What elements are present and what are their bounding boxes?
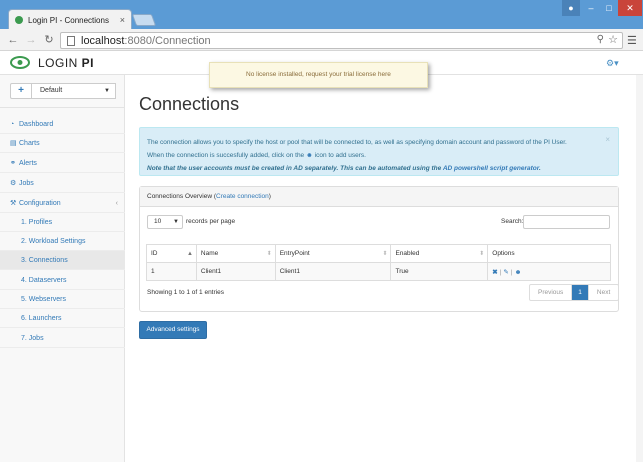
users-icon[interactable]: ☻: [515, 269, 522, 276]
cell-enabled: True: [390, 262, 489, 281]
sidebar-divider: [0, 107, 125, 108]
tab-title: Login PI - Connections: [28, 15, 109, 25]
maximize-button[interactable]: □: [600, 0, 618, 16]
license-notice[interactable]: No license installed, request your trial…: [209, 62, 428, 88]
sidebar-item-connections[interactable]: 3. Connections: [0, 251, 125, 270]
cell-options: ✖ | ✎ | ☻: [487, 262, 611, 281]
pagination-previous[interactable]: Previous: [530, 285, 573, 300]
new-tab-button[interactable]: [131, 14, 157, 26]
table-header-row: ID ▲ Name ⬍ EntryPoint ⬍ Enabled ⬍ Options: [146, 244, 611, 263]
minimize-button[interactable]: –: [582, 0, 600, 16]
cell-name: Client1: [195, 262, 276, 281]
col-entrypoint-header[interactable]: EntryPoint ⬍: [274, 244, 392, 263]
menu-icon[interactable]: ☰: [627, 34, 637, 47]
favicon-icon: [15, 16, 23, 24]
sort-icon: ⬍: [479, 251, 485, 257]
search-input[interactable]: [523, 215, 610, 229]
users-icon: ☻: [305, 152, 313, 159]
pagination-next[interactable]: Next: [589, 285, 618, 300]
vertical-scrollbar[interactable]: [636, 75, 643, 462]
tab-close-button[interactable]: ×: [120, 15, 125, 25]
col-enabled-header[interactable]: Enabled ⬍: [390, 244, 489, 263]
sort-asc-icon: ▲: [186, 251, 193, 257]
edit-icon[interactable]: ✎: [503, 269, 508, 276]
address-bar[interactable]: localhost:8080/Connection ⚲ ☆: [60, 32, 623, 49]
connections-table: ID ▲ Name ⬍ EntryPoint ⬍ Enabled ⬍ Options 1…: [146, 244, 611, 281]
user-icon[interactable]: ●: [562, 0, 580, 16]
info-line-3: Note that the user accounts must be crea…: [147, 165, 541, 172]
settings-gear-icon[interactable]: ⚙▾: [606, 58, 619, 69]
pagination: Previous 1 Next: [529, 284, 620, 301]
reload-icon[interactable]: ↻: [42, 33, 56, 47]
sidebar-item-launchers[interactable]: 6. Launchers: [0, 309, 125, 328]
browser-toolbar: ← → ↻ localhost:8080/Connection ⚲ ☆ ☰: [0, 29, 643, 51]
sidebar-item-dataservers[interactable]: 4. Dataservers: [0, 271, 125, 290]
panel-heading: Connections Overview (Create connection): [140, 187, 618, 207]
sort-icon: ⬍: [266, 251, 272, 257]
star-icon[interactable]: ☆: [608, 33, 618, 46]
jobs-icon: ⚙: [10, 180, 17, 187]
close-window-button[interactable]: ✕: [618, 0, 642, 16]
browser-tab[interactable]: Login PI - Connections ×: [8, 9, 132, 30]
caret-down-icon: ▼: [173, 219, 179, 225]
search-label: Search:: [501, 218, 524, 225]
zoom-icon[interactable]: ⚲: [597, 34, 604, 45]
page-length-label: records per page: [186, 218, 236, 225]
browser-titlebar: Login PI - Connections × ● – □ ✕: [0, 0, 643, 30]
back-icon[interactable]: ←: [6, 33, 20, 47]
info-line-1: The connection allows you to specify the…: [147, 139, 567, 146]
page-icon: [67, 35, 75, 46]
sidebar-item-charts[interactable]: ▤ Charts: [0, 134, 125, 153]
sidebar-item-alerts[interactable]: ⚭ Alerts: [0, 154, 125, 173]
wrench-icon: ⚒: [10, 200, 17, 207]
table-info: Showing 1 to 1 of 1 entries: [147, 289, 224, 296]
forward-icon[interactable]: →: [24, 33, 38, 47]
alert-icon: ⚭: [10, 160, 16, 167]
info-alert: The connection allows you to specify the…: [139, 127, 619, 176]
logo-icon: [10, 56, 30, 69]
ad-script-generator-link[interactable]: AD powershell script generator: [443, 165, 539, 172]
table-row: 1 Client1 Client1 True ✖ | ✎ | ☻: [146, 262, 611, 281]
sidebar-item-jobs-config[interactable]: 7. Jobs: [0, 329, 125, 348]
cell-entrypoint: Client1: [274, 262, 392, 281]
url-path: :8080/Connection: [124, 34, 211, 47]
sidebar: + Default ▼ ◔ Dashboard ▤ Charts ⚭ Alerts ⚙…: [0, 75, 125, 462]
chart-icon: ▤: [10, 140, 17, 147]
sort-icon: ⬍: [382, 251, 388, 257]
close-icon[interactable]: ×: [605, 133, 610, 146]
sidebar-item-profiles[interactable]: 1. Profiles: [0, 213, 125, 232]
environment-select[interactable]: Default ▼: [32, 83, 116, 99]
cell-id: 1: [146, 262, 197, 281]
delete-icon[interactable]: ✖: [492, 269, 497, 276]
dashboard-icon: ◔: [10, 121, 15, 128]
page-title: Connections: [139, 94, 240, 114]
info-line-2: When the connection is succesfully added…: [147, 152, 366, 159]
advanced-settings-button[interactable]: Advanced settings: [139, 321, 207, 339]
col-name-header[interactable]: Name ⬍: [195, 244, 276, 263]
connections-panel: Connections Overview (Create connection)…: [139, 186, 620, 312]
url-host: localhost: [81, 34, 125, 47]
sidebar-item-jobs[interactable]: ⚙ Jobs: [0, 174, 125, 193]
sidebar-item-webservers[interactable]: 5. Webservers: [0, 290, 125, 309]
col-options-header: Options: [487, 244, 611, 263]
create-connection-link[interactable]: Create connection: [216, 193, 269, 200]
sidebar-item-dashboard[interactable]: ◔ Dashboard: [0, 115, 125, 134]
pagination-page-1[interactable]: 1: [572, 285, 589, 300]
add-environment-button[interactable]: +: [10, 83, 32, 99]
environment-selector: + Default ▼: [10, 83, 116, 99]
sidebar-item-configuration[interactable]: ⚒ Configuration ‹: [0, 194, 125, 213]
chevron-left-icon: ‹: [115, 200, 118, 207]
col-id-header[interactable]: ID ▲: [146, 244, 197, 263]
caret-down-icon: ▼: [104, 88, 110, 94]
sidebar-item-workload-settings[interactable]: 2. Workload Settings: [0, 232, 125, 251]
app-logo-text: LOGIN PI: [38, 56, 95, 70]
page-length-select[interactable]: 10 ▼: [147, 215, 183, 229]
